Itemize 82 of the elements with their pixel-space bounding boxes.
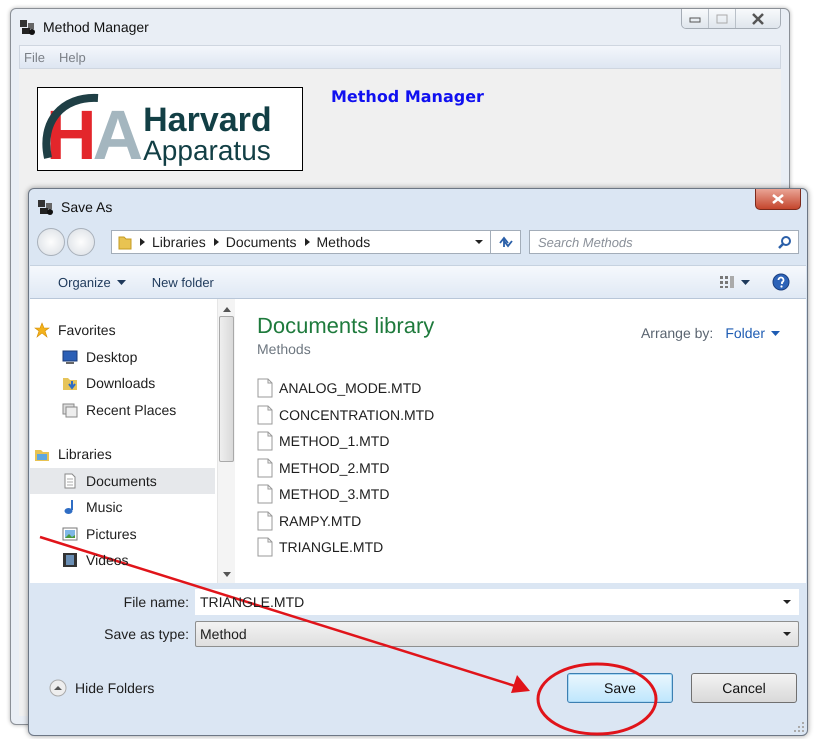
document-row[interactable]: CONCENTRATION.MTD: [257, 402, 780, 428]
nav-item[interactable]: Pictures: [30, 520, 215, 547]
document-row[interactable]: METHOD_1.MTD: [257, 428, 780, 454]
refresh-button[interactable]: [491, 230, 521, 254]
search-field[interactable]: Search Methods: [529, 230, 799, 254]
app-icon: [19, 19, 35, 35]
arrow-icon: [302, 237, 311, 247]
videos-icon: [62, 552, 78, 568]
file-icon: [257, 431, 273, 452]
scroll-thumb[interactable]: [219, 316, 234, 462]
logo-text: Harvard: [143, 103, 272, 137]
document-row[interactable]: TRIANGLE.MTD: [257, 534, 780, 560]
arrow-icon: [222, 307, 230, 312]
toolbar-button[interactable]: Organize: [54, 272, 130, 292]
collapse-icon: [49, 679, 67, 697]
file-icon: [257, 537, 273, 558]
logo-letter: A: [92, 100, 140, 170]
nav-item[interactable]: Music: [30, 494, 215, 520]
folder-icon: [118, 234, 132, 250]
caret-icon: [782, 599, 792, 605]
dialog-button[interactable]: Save: [567, 673, 673, 703]
nav-item[interactable]: Downloads: [30, 370, 215, 396]
document-row[interactable]: ANALOG_MODE.MTD: [257, 375, 780, 402]
close-button[interactable]: [755, 189, 801, 210]
maximize-icon: [716, 14, 728, 24]
app-heading: Method Manager: [331, 87, 484, 106]
field-label: Save as type:: [103, 626, 189, 642]
dialog-title: Save As: [61, 199, 112, 215]
nav-item[interactable]: Desktop: [30, 344, 215, 370]
file-icon: [257, 484, 273, 504]
arrow-icon: [222, 572, 230, 577]
close-icon: [751, 12, 765, 24]
grid-icon: [719, 275, 735, 289]
hide-folders-button[interactable]: Hide Folders: [49, 679, 154, 697]
field-label: File name:: [122, 594, 189, 610]
document-row[interactable]: METHOD_3.MTD: [257, 481, 780, 508]
file-type-dropdown[interactable]: Method: [195, 621, 799, 647]
recent-icon: [62, 402, 78, 418]
file-icon: [257, 510, 273, 531]
document-row[interactable]: RAMPY.MTD: [257, 508, 780, 534]
app-icon: [37, 199, 53, 215]
arrange-label: Arrange by:: [640, 325, 714, 341]
file-icon: [257, 458, 273, 478]
refresh-icon: [498, 235, 514, 249]
close-icon: [772, 194, 784, 204]
caret-icon: [741, 280, 750, 284]
nav-item[interactable]: Recent Places: [30, 396, 215, 423]
desktop-icon: [62, 348, 78, 365]
star-icon: [34, 322, 50, 338]
library-subtitle: Methods: [257, 341, 312, 357]
search-icon: [778, 235, 792, 249]
file-icon: [257, 378, 273, 398]
arrange-dropdown[interactable]: Folder: [725, 325, 780, 341]
caret-icon: [771, 330, 780, 336]
caret-icon: [116, 280, 126, 284]
window-title: Method Manager: [43, 19, 149, 35]
documents-icon: [62, 472, 78, 489]
address-bar[interactable]: Libraries Documents Methods: [111, 230, 491, 254]
nav-item[interactable]: Libraries: [30, 441, 215, 468]
downloads-icon: [62, 375, 78, 392]
nav-item[interactable]: Documents: [30, 468, 215, 494]
arrow-icon: [138, 237, 146, 247]
caret-icon: [474, 239, 484, 245]
toolbar-button[interactable]: New folder: [148, 272, 218, 292]
pictures-icon: [62, 526, 78, 542]
arrow-icon: [212, 237, 220, 247]
nav-item[interactable]: Favorites: [30, 317, 215, 344]
logo-text: Apparatus: [143, 137, 272, 165]
breadcrumb-item[interactable]: Libraries: [152, 234, 206, 250]
dialog-button[interactable]: Cancel: [691, 673, 797, 703]
close-button[interactable]: [736, 9, 780, 28]
caret-icon: [782, 631, 792, 637]
document-row[interactable]: METHOD_2.MTD: [257, 454, 780, 481]
scrollbar[interactable]: [217, 299, 235, 583]
minimize-icon: [689, 14, 701, 22]
library-title: Documents library: [257, 313, 436, 339]
breadcrumb-item[interactable]: Documents: [226, 234, 297, 250]
breadcrumb-item[interactable]: Methods: [316, 234, 370, 250]
resize-grip-icon: [794, 722, 804, 732]
help-icon[interactable]: [772, 273, 790, 291]
minimize-button[interactable]: [682, 9, 709, 28]
file-icon: [257, 404, 273, 425]
